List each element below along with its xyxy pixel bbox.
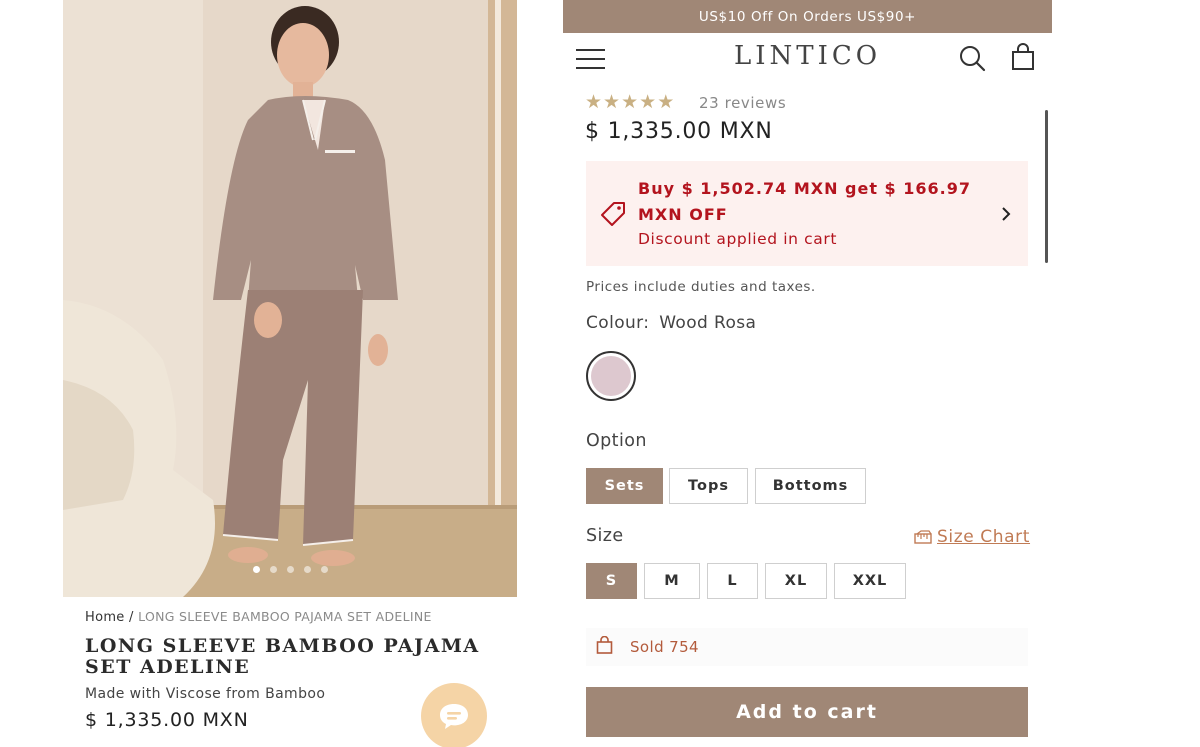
product-price-secondary: $ 1,335.00 MXN (85, 709, 249, 731)
breadcrumb-current: LONG SLEEVE BAMBOO PAJAMA SET ADELINE (138, 609, 432, 624)
size-chart-label: Size Chart (937, 527, 1031, 547)
product-image[interactable] (63, 0, 517, 597)
colour-label: Colour: (586, 313, 650, 333)
breadcrumb-separator: / (129, 610, 134, 625)
product-price: $ 1,335.00 MXN (585, 119, 773, 144)
star-icon: ★ (657, 91, 675, 113)
colour-value: Wood Rosa (659, 313, 757, 333)
size-chart-link[interactable]: Size Chart (914, 527, 1030, 547)
ruler-icon (914, 530, 932, 544)
carousel-dot[interactable] (320, 566, 328, 573)
product-gallery-panel: Home / LONG SLEEVE BAMBOO PAJAMA SET ADE… (63, 0, 517, 747)
tax-note: Prices include duties and taxes. (586, 279, 816, 295)
option-bottoms-button[interactable]: Bottoms (755, 468, 866, 504)
option-label: Option (586, 431, 647, 451)
size-m-button[interactable]: M (644, 563, 700, 599)
carousel-dot[interactable] (303, 566, 311, 573)
chat-button[interactable] (421, 683, 487, 747)
star-icon: ★ (639, 91, 657, 113)
shopping-bag-icon (596, 636, 613, 654)
carousel-dots (63, 566, 517, 573)
size-s-button[interactable]: S (586, 563, 637, 599)
star-icon: ★ (585, 91, 603, 113)
carousel-dot[interactable] (286, 566, 294, 573)
size-label: Size (586, 526, 624, 546)
product-photo (63, 0, 517, 597)
add-to-cart-button[interactable]: Add to cart (586, 687, 1028, 737)
colour-swatch-wood-rosa[interactable] (586, 351, 636, 401)
option-tops-button[interactable]: Tops (669, 468, 748, 504)
chevron-right-icon[interactable] (999, 206, 1013, 222)
breadcrumb-home[interactable]: Home (85, 610, 125, 625)
star-icon: ★ (621, 91, 639, 113)
promo-title: Buy $ 1,502.74 MXN get $ 166.97 MXN OFF (638, 179, 971, 224)
rating-stars[interactable]: ★ ★ ★ ★ ★ (585, 93, 674, 112)
shopping-bag-icon[interactable] (1009, 43, 1037, 71)
product-subtitle: Made with Viscose from Bamboo (85, 686, 326, 702)
size-l-button[interactable]: L (707, 563, 758, 599)
sold-count: Sold 754 (630, 638, 699, 656)
product-title: LONG SLEEVE BAMBOO PAJAMA SET ADELINE (85, 635, 480, 678)
option-sets-button[interactable]: Sets (586, 468, 663, 504)
colour-row: Colour: Wood Rosa (586, 313, 756, 333)
carousel-dot[interactable] (252, 566, 260, 573)
tag-icon (601, 202, 625, 226)
star-icon: ★ (603, 91, 621, 113)
search-icon[interactable] (958, 44, 986, 72)
announcement-text: US$10 Off On Orders US$90+ (698, 8, 917, 25)
product-details-panel: US$10 Off On Orders US$90+ LINTICO ★ ★ ★… (563, 0, 1052, 747)
size-xl-button[interactable]: XL (765, 563, 827, 599)
reviews-count[interactable]: 23 reviews (699, 94, 786, 112)
sold-count-box: Sold 754 (586, 628, 1028, 666)
chat-icon (440, 704, 468, 729)
size-xxl-button[interactable]: XXL (834, 563, 906, 599)
announcement-bar[interactable]: US$10 Off On Orders US$90+ (563, 0, 1052, 33)
carousel-dot[interactable] (269, 566, 277, 573)
breadcrumb: Home / LONG SLEEVE BAMBOO PAJAMA SET ADE… (85, 609, 432, 625)
promo-banner[interactable]: Buy $ 1,502.74 MXN get $ 166.97 MXN OFF … (586, 161, 1028, 266)
scrollbar[interactable] (1045, 110, 1048, 263)
promo-subtitle: Discount applied in cart (638, 230, 837, 248)
